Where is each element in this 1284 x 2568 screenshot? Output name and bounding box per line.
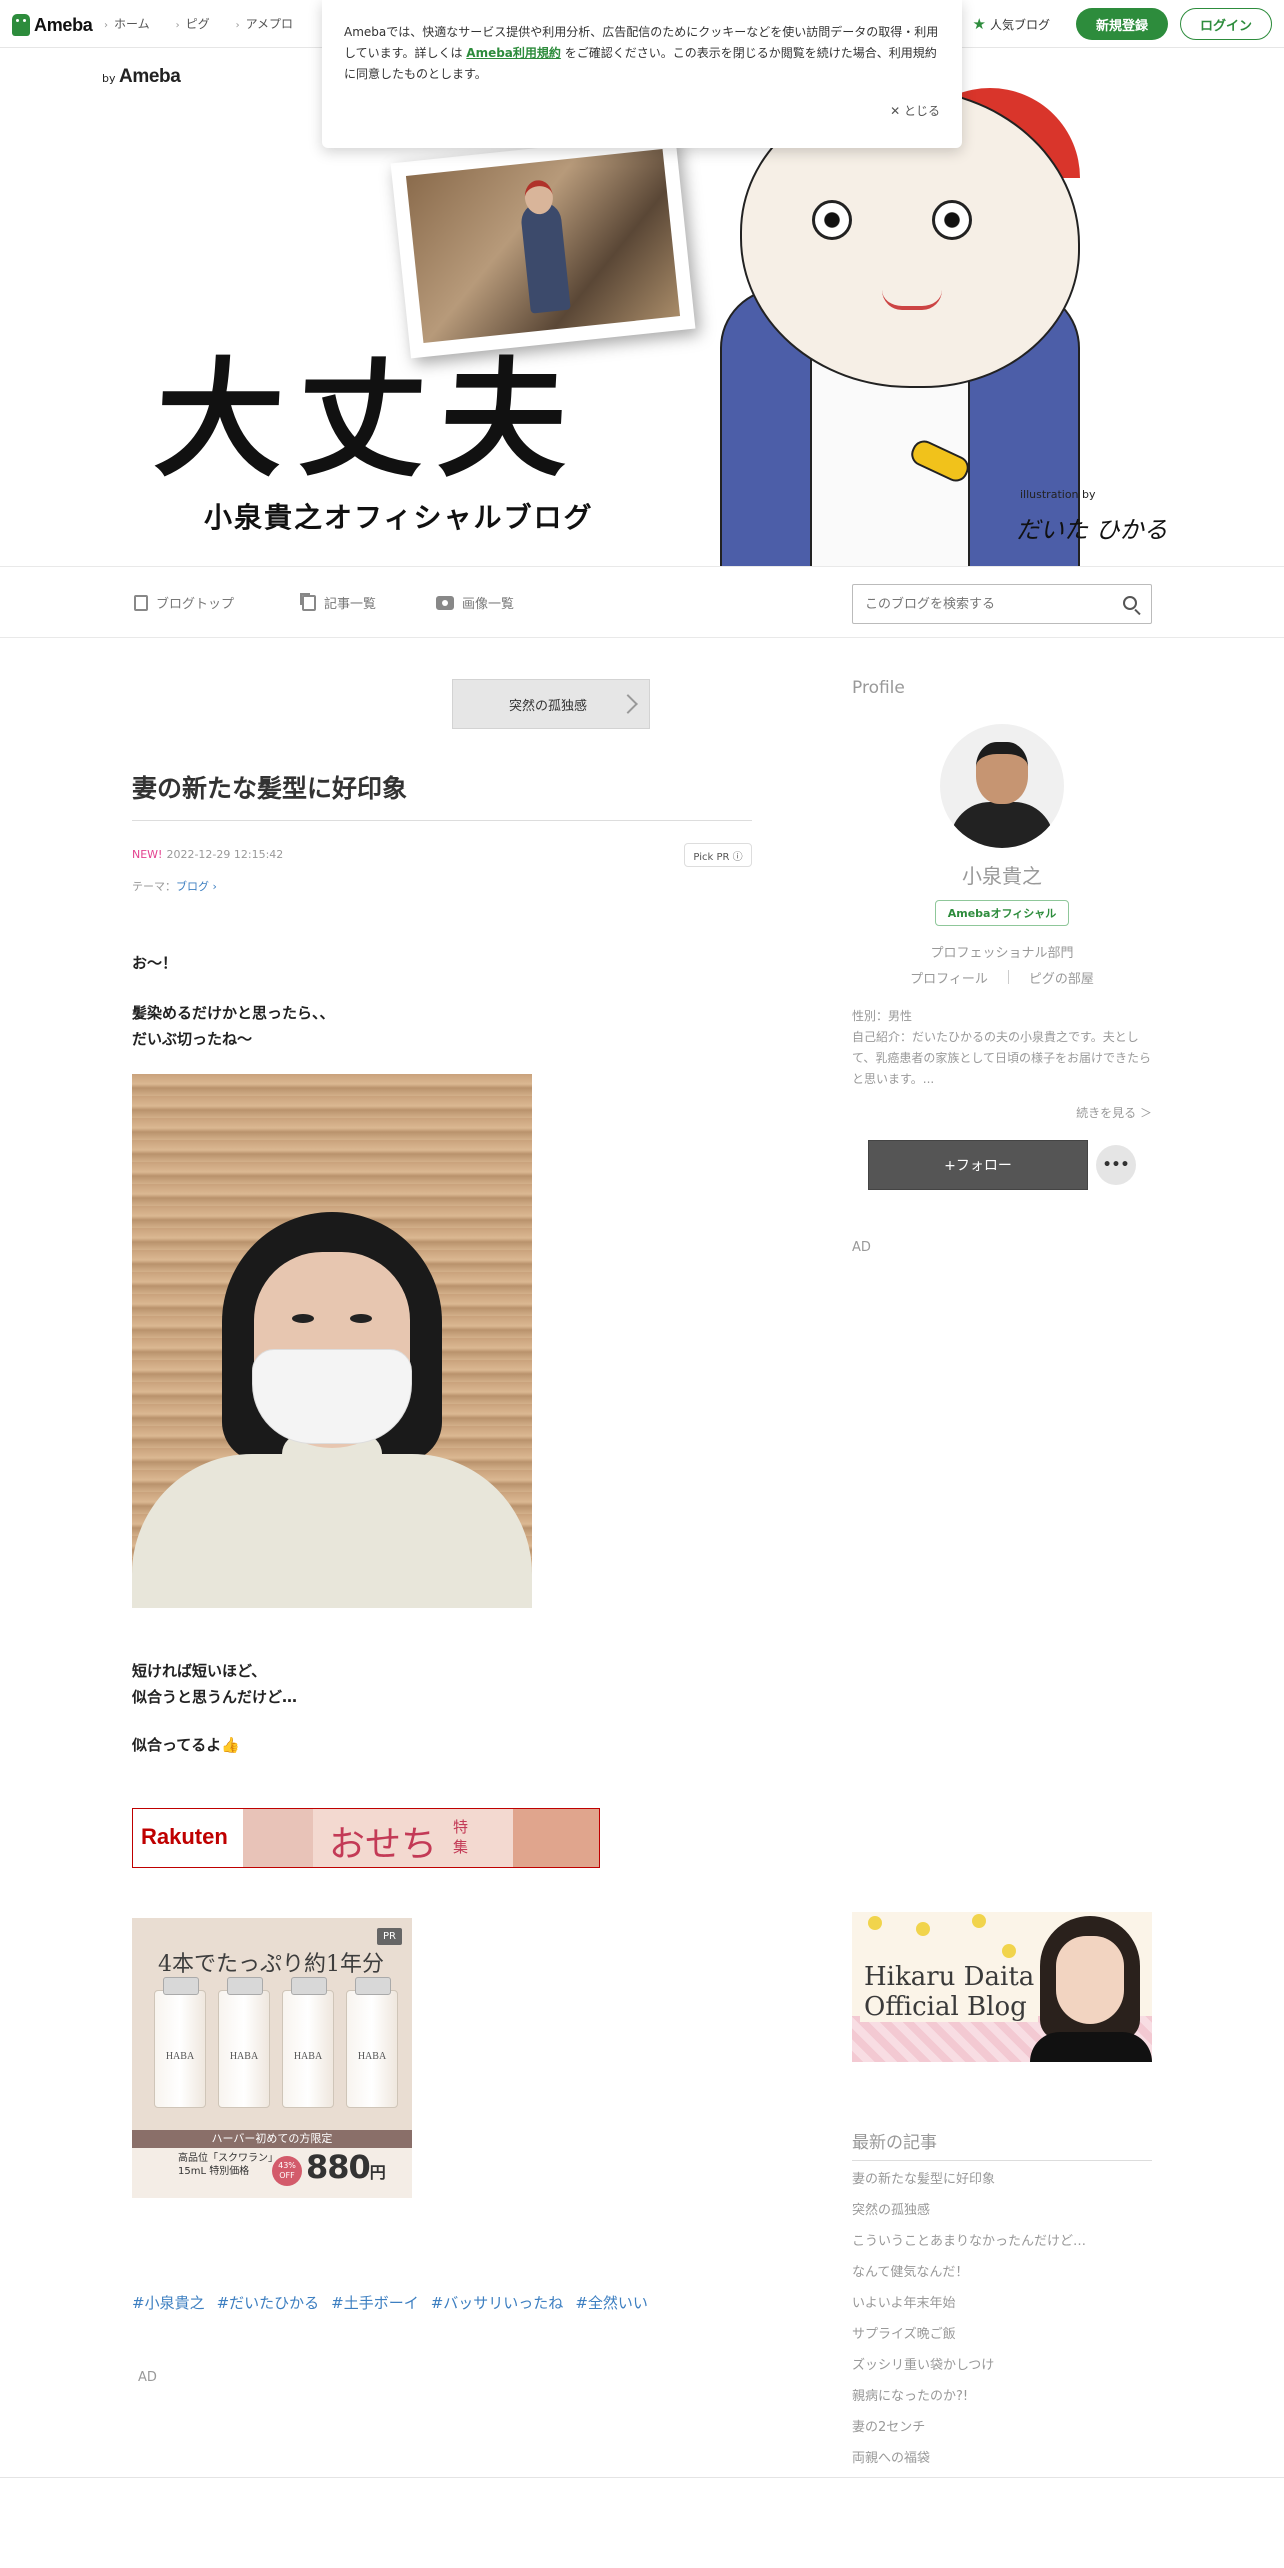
document-icon	[134, 594, 148, 611]
recent-posts-list: 妻の新たな髪型に好印象 突然の孤独感 こういうことあまりなかったんだけど… なん…	[852, 2172, 1152, 2482]
close-icon: ✕	[890, 104, 901, 118]
recent-post-link[interactable]: 両親への福袋	[852, 2451, 1152, 2482]
more-options-button[interactable]: •••	[1096, 1145, 1136, 1185]
avatar[interactable]	[940, 724, 1064, 848]
popular-blogs-link[interactable]: ★ 人気ブログ	[973, 15, 1050, 33]
recent-post-link[interactable]: 親病になったのか?!	[852, 2389, 1152, 2420]
star-icon: ★	[972, 15, 986, 33]
post-paragraph: 似合ってるよ👍	[132, 1736, 240, 1754]
nav-link-pigg[interactable]: › ピグ	[176, 15, 210, 32]
recent-post-link[interactable]: こういうことあまりなかったんだけど…	[852, 2234, 1152, 2265]
chevron-right-icon: ›	[235, 20, 240, 31]
chevron-right-icon: ›	[104, 20, 108, 31]
illustrator-signature: だいた ひかる	[1016, 516, 1168, 544]
product-bottle: HABA	[218, 1977, 270, 2108]
read-more-link[interactable]: 続きを見る ＞	[852, 1104, 1152, 1121]
cookie-text: Amebaでは、快適なサービス提供や利用分析、広告配信のためにクッキーなどを使い…	[344, 25, 939, 81]
recent-post-link[interactable]: 妻の2センチ	[852, 2420, 1152, 2451]
post-photo[interactable]	[132, 1074, 532, 1608]
hikaru-daita-blog-banner[interactable]: Hikaru Daita Official Blog	[852, 1912, 1152, 2062]
product-bottle: HABA	[154, 1977, 206, 2108]
profile-category[interactable]: プロフェッショナル部門	[852, 942, 1152, 961]
chevron-right-icon: ›	[175, 20, 180, 31]
divider	[132, 820, 752, 821]
login-button[interactable]: ログイン	[1180, 8, 1272, 40]
cookie-consent-popup: Amebaでは、快適なサービス提供や利用分析、広告配信のためにクッキーなどを使い…	[322, 0, 962, 148]
post-theme: テーマ：ブログ ›	[132, 880, 217, 893]
recent-post-link[interactable]: サプライズ晩ご飯	[852, 2327, 1152, 2358]
post-paragraph: 短ければ短いほど、 似合うと思うんだけど…	[132, 1662, 298, 1706]
rakuten-logo: Rakuten	[141, 1824, 228, 1849]
hashtag-list: #小泉貴之 #だいたひかる #土手ボーイ #バッサリいったね #全然いい	[132, 2292, 648, 2313]
entry-list-link[interactable]: 記事一覧	[302, 593, 376, 612]
discount-badge: 43% OFF	[272, 2156, 302, 2186]
hashtag-link[interactable]: #土手ボーイ	[331, 2292, 419, 2313]
pr-badge: PR	[377, 1928, 402, 1945]
previous-post-button[interactable]: 突然の孤独感	[452, 679, 650, 729]
profile-description: 性別：男性 自己紹介：だいたひかるの夫の小泉貴之です。夫として、乳癌患者の家族と…	[852, 1009, 1152, 1086]
divider	[1007, 970, 1009, 984]
blog-top-link[interactable]: ブログトップ	[134, 593, 234, 612]
post-paragraph: お〜！	[132, 954, 178, 972]
recent-posts-heading: 最新の記事	[852, 2133, 937, 2153]
ad-label: AD	[852, 1240, 871, 1255]
copy-icon	[302, 594, 316, 611]
profile-heading: Profile	[852, 678, 905, 698]
profile-links: プロフィール ピグの部屋	[852, 968, 1152, 987]
haba-ad-banner[interactable]: PR 4本でたっぷり約1年分 HABA HABA HABA HABA ハーバー初…	[132, 1918, 412, 2198]
follow-button[interactable]: +フォロー	[868, 1140, 1088, 1190]
blog-subtitle: 小泉貴之オフィシャルブログ	[204, 501, 594, 534]
blog-title: 大丈夫	[151, 346, 586, 495]
pigg-room-link[interactable]: ピグの部屋	[1029, 968, 1094, 987]
hashtag-link[interactable]: #バッサリいったね	[431, 2292, 564, 2313]
post-meta: NEW! 2022-12-29 12:15:42	[132, 848, 284, 861]
pick-pr-button[interactable]: Pick PR ⓘ	[684, 843, 752, 867]
hashtag-link[interactable]: #小泉貴之	[132, 2292, 205, 2313]
hashtag-link[interactable]: #だいたひかる	[217, 2292, 320, 2313]
hashtag-link[interactable]: #全然いい	[575, 2292, 648, 2313]
nav-link-amepro[interactable]: › アメプロ	[236, 15, 293, 32]
by-ameba-logo: by Ameba	[102, 66, 181, 87]
recent-post-link[interactable]: なんて健気なんだ！	[852, 2265, 1152, 2296]
chevron-right-icon	[618, 694, 638, 714]
nav-link-home[interactable]: › ホーム	[104, 15, 150, 32]
official-badge[interactable]: Amebaオフィシャル	[935, 900, 1069, 926]
ad-label: AD	[138, 2370, 157, 2385]
post-paragraph: 髪染めるだけかと思ったら、、 だいぶ切ったね〜	[132, 1004, 335, 1048]
recent-post-link[interactable]: いよいよ年末年始	[852, 2296, 1152, 2327]
ameba-mascot-icon	[12, 14, 30, 36]
illustration-credit: illustration by	[1020, 488, 1096, 501]
product-bottle: HABA	[282, 1977, 334, 2108]
banner-title: Hikaru Daita Official Blog	[860, 1962, 1039, 2022]
image-list-link[interactable]: 画像一覧	[436, 593, 514, 612]
terms-link[interactable]: Ameba利用規約	[466, 46, 561, 60]
recent-post-link[interactable]: ズッシリ重い袋かしつけ	[852, 2358, 1152, 2389]
recent-post-link[interactable]: 妻の新たな髪型に好印象	[852, 2172, 1152, 2203]
search-icon[interactable]	[1123, 596, 1137, 610]
ad-price: 880円	[306, 2148, 386, 2186]
nav-right: ★ 人気ブログ 新規登録 ログイン	[973, 8, 1272, 40]
rakuten-osechi-banner[interactable]: Rakuten おせち 特集	[132, 1808, 600, 1868]
post-date: 2022-12-29 12:15:42	[166, 848, 284, 861]
divider	[852, 2160, 1152, 2161]
post-title[interactable]: 妻の新たな髪型に好印象	[132, 769, 407, 805]
theme-link[interactable]: ブログ ›	[176, 880, 217, 893]
blog-search-input[interactable]	[853, 585, 1103, 623]
profile-name[interactable]: 小泉貴之	[852, 860, 1152, 889]
profile-link[interactable]: プロフィール	[910, 968, 988, 987]
blog-nav: ブログトップ 記事一覧 画像一覧	[0, 566, 1284, 638]
blog-search-box	[852, 584, 1152, 624]
product-bottle: HABA	[346, 1977, 398, 2108]
cookie-close-button[interactable]: ✕ とじる	[890, 102, 940, 119]
camera-icon	[436, 595, 454, 610]
global-nav-links: › ホーム › ピグ › アメプロ	[104, 15, 293, 32]
signup-button[interactable]: 新規登録	[1076, 8, 1168, 40]
ameba-wordmark: Ameba	[34, 14, 93, 35]
ameba-logo[interactable]: Ameba	[12, 12, 93, 38]
recent-post-link[interactable]: 突然の孤独感	[852, 2203, 1152, 2234]
